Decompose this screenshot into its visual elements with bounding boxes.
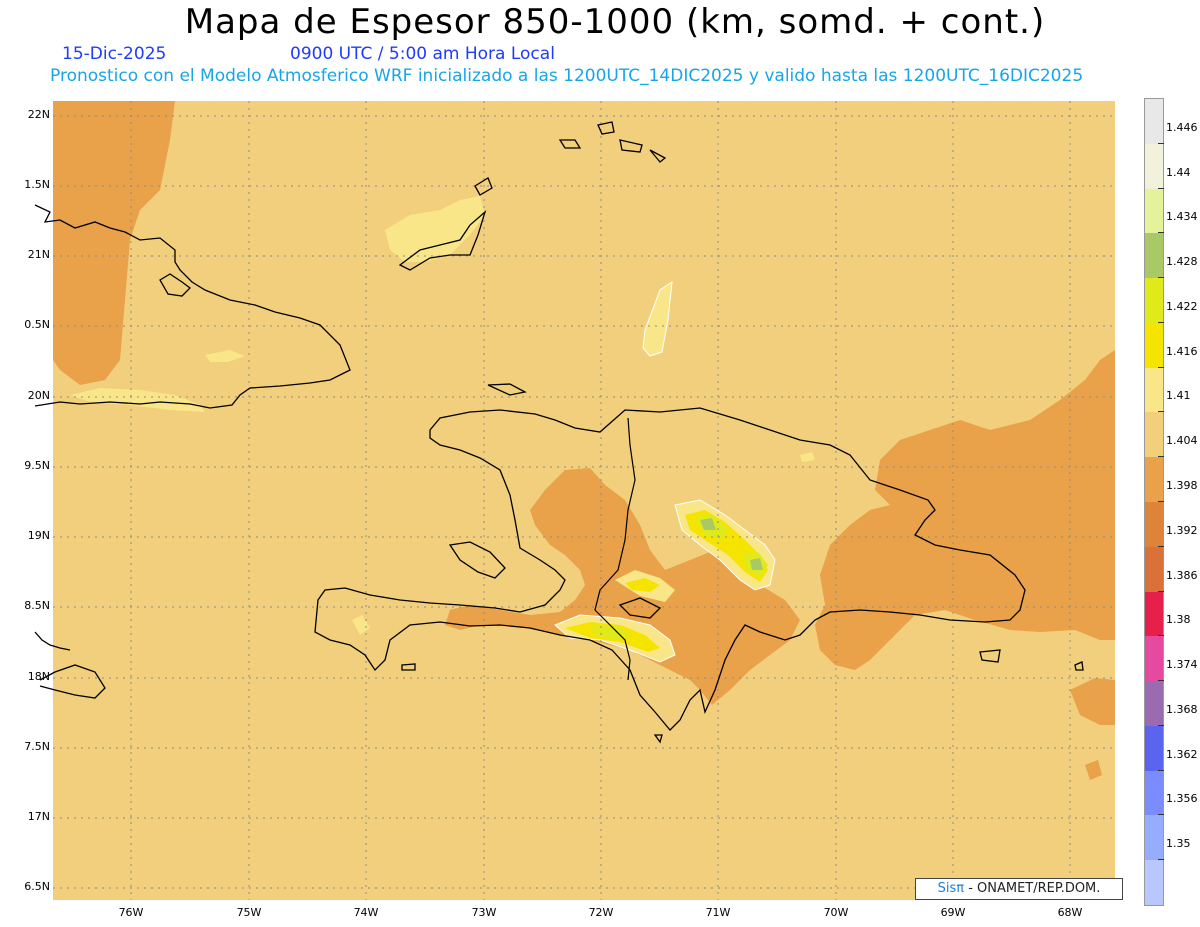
colorbar-segment xyxy=(1145,99,1163,145)
colorbar-tick-mark xyxy=(1158,142,1164,144)
colorbar-tick-label: 1.368 xyxy=(1166,702,1198,716)
colorbar-tick-label: 1.44 xyxy=(1166,165,1191,179)
colorbar-segment xyxy=(1145,546,1163,593)
colorbar-tick-label: 1.392 xyxy=(1166,523,1198,537)
colorbar-segment xyxy=(1145,367,1163,413)
colorbar-segment xyxy=(1145,591,1163,637)
colorbar-tick-label: 1.356 xyxy=(1166,792,1198,806)
colorbar-tick-mark xyxy=(1158,411,1164,413)
lat-label: 20N xyxy=(27,389,50,402)
colorbar-tick-mark xyxy=(1158,456,1164,458)
colorbar-tick-label: 1.422 xyxy=(1166,299,1198,313)
colorbar-tick-label: 1.446 xyxy=(1166,120,1198,134)
lon-label: 72W xyxy=(588,906,614,919)
colorbar-segment xyxy=(1145,860,1163,906)
colorbar-segment xyxy=(1145,770,1163,816)
colorbar-segment xyxy=(1145,412,1163,458)
colorbar xyxy=(1144,98,1164,906)
credit-box: Sisπ - ONAMET/REP.DOM. xyxy=(915,878,1123,900)
lat-label: 8.5N xyxy=(24,599,50,612)
lon-label: 76W xyxy=(118,906,144,919)
lat-label: 19N xyxy=(27,529,50,542)
colorbar-segment xyxy=(1145,502,1163,548)
colorbar-tick-mark xyxy=(1158,232,1164,234)
colorbar-tick-mark xyxy=(1158,814,1164,816)
colorbar-segment xyxy=(1145,725,1163,772)
colorbar-tick-label: 1.374 xyxy=(1166,658,1198,672)
colorbar-tick-mark xyxy=(1158,859,1164,861)
colorbar-tick-mark xyxy=(1158,366,1164,368)
lon-label: 74W xyxy=(353,906,379,919)
colorbar-segment xyxy=(1145,636,1163,682)
lon-label: 75W xyxy=(236,906,262,919)
colorbar-segment xyxy=(1145,681,1163,727)
colorbar-tick-mark xyxy=(1158,187,1164,189)
colorbar-tick-label: 1.35 xyxy=(1166,837,1191,851)
lat-label: 9.5N xyxy=(24,459,50,472)
colorbar-tick-label: 1.386 xyxy=(1166,568,1198,582)
colorbar-tick-label: 1.41 xyxy=(1166,389,1191,403)
thickness-map xyxy=(34,101,1145,900)
colorbar-tick-label: 1.416 xyxy=(1166,344,1198,358)
colorbar-segment xyxy=(1145,815,1163,861)
lon-label: 71W xyxy=(705,906,731,919)
credit-brand: Sisπ xyxy=(937,881,965,896)
colorbar-tick-label: 1.362 xyxy=(1166,747,1198,761)
lat-label: 21N xyxy=(27,248,50,261)
lon-label: 73W xyxy=(471,906,497,919)
colorbar-segment xyxy=(1145,188,1163,234)
colorbar-segment xyxy=(1145,278,1163,324)
colorbar-segment xyxy=(1145,322,1163,369)
colorbar-tick-mark xyxy=(1158,545,1164,547)
colorbar-tick-mark xyxy=(1158,321,1164,323)
colorbar-tick-label: 1.428 xyxy=(1166,255,1198,269)
lat-label: 17N xyxy=(27,810,50,823)
lat-label: 18N xyxy=(27,670,50,683)
colorbar-segment xyxy=(1145,233,1163,279)
colorbar-tick-mark xyxy=(1158,635,1164,637)
lon-label: 70W xyxy=(823,906,849,919)
lat-label: 22N xyxy=(27,108,50,121)
colorbar-tick-label: 1.38 xyxy=(1166,613,1191,627)
colorbar-tick-mark xyxy=(1158,277,1164,279)
colorbar-tick-mark xyxy=(1158,501,1164,502)
colorbar-segment xyxy=(1145,143,1163,190)
colorbar-segment xyxy=(1145,457,1163,503)
credit-text: - ONAMET/REP.DOM. xyxy=(964,881,1101,896)
colorbar-tick-label: 1.434 xyxy=(1166,210,1198,224)
colorbar-tick-label: 1.404 xyxy=(1166,434,1198,448)
lat-label: 7.5N xyxy=(24,740,50,753)
lon-label: 68W xyxy=(1057,906,1083,919)
plot-margin xyxy=(1115,101,1145,900)
colorbar-tick-label: 1.398 xyxy=(1166,479,1198,492)
lat-label: 6.5N xyxy=(24,880,50,893)
lat-label: 0.5N xyxy=(24,318,50,331)
colorbar-tick-mark xyxy=(1158,590,1164,592)
colorbar-tick-mark xyxy=(1158,724,1164,726)
colorbar-tick-mark xyxy=(1158,769,1164,771)
lat-label: 1.5N xyxy=(24,178,50,191)
colorbar-tick-mark xyxy=(1158,680,1164,682)
lon-label: 69W xyxy=(940,906,966,919)
